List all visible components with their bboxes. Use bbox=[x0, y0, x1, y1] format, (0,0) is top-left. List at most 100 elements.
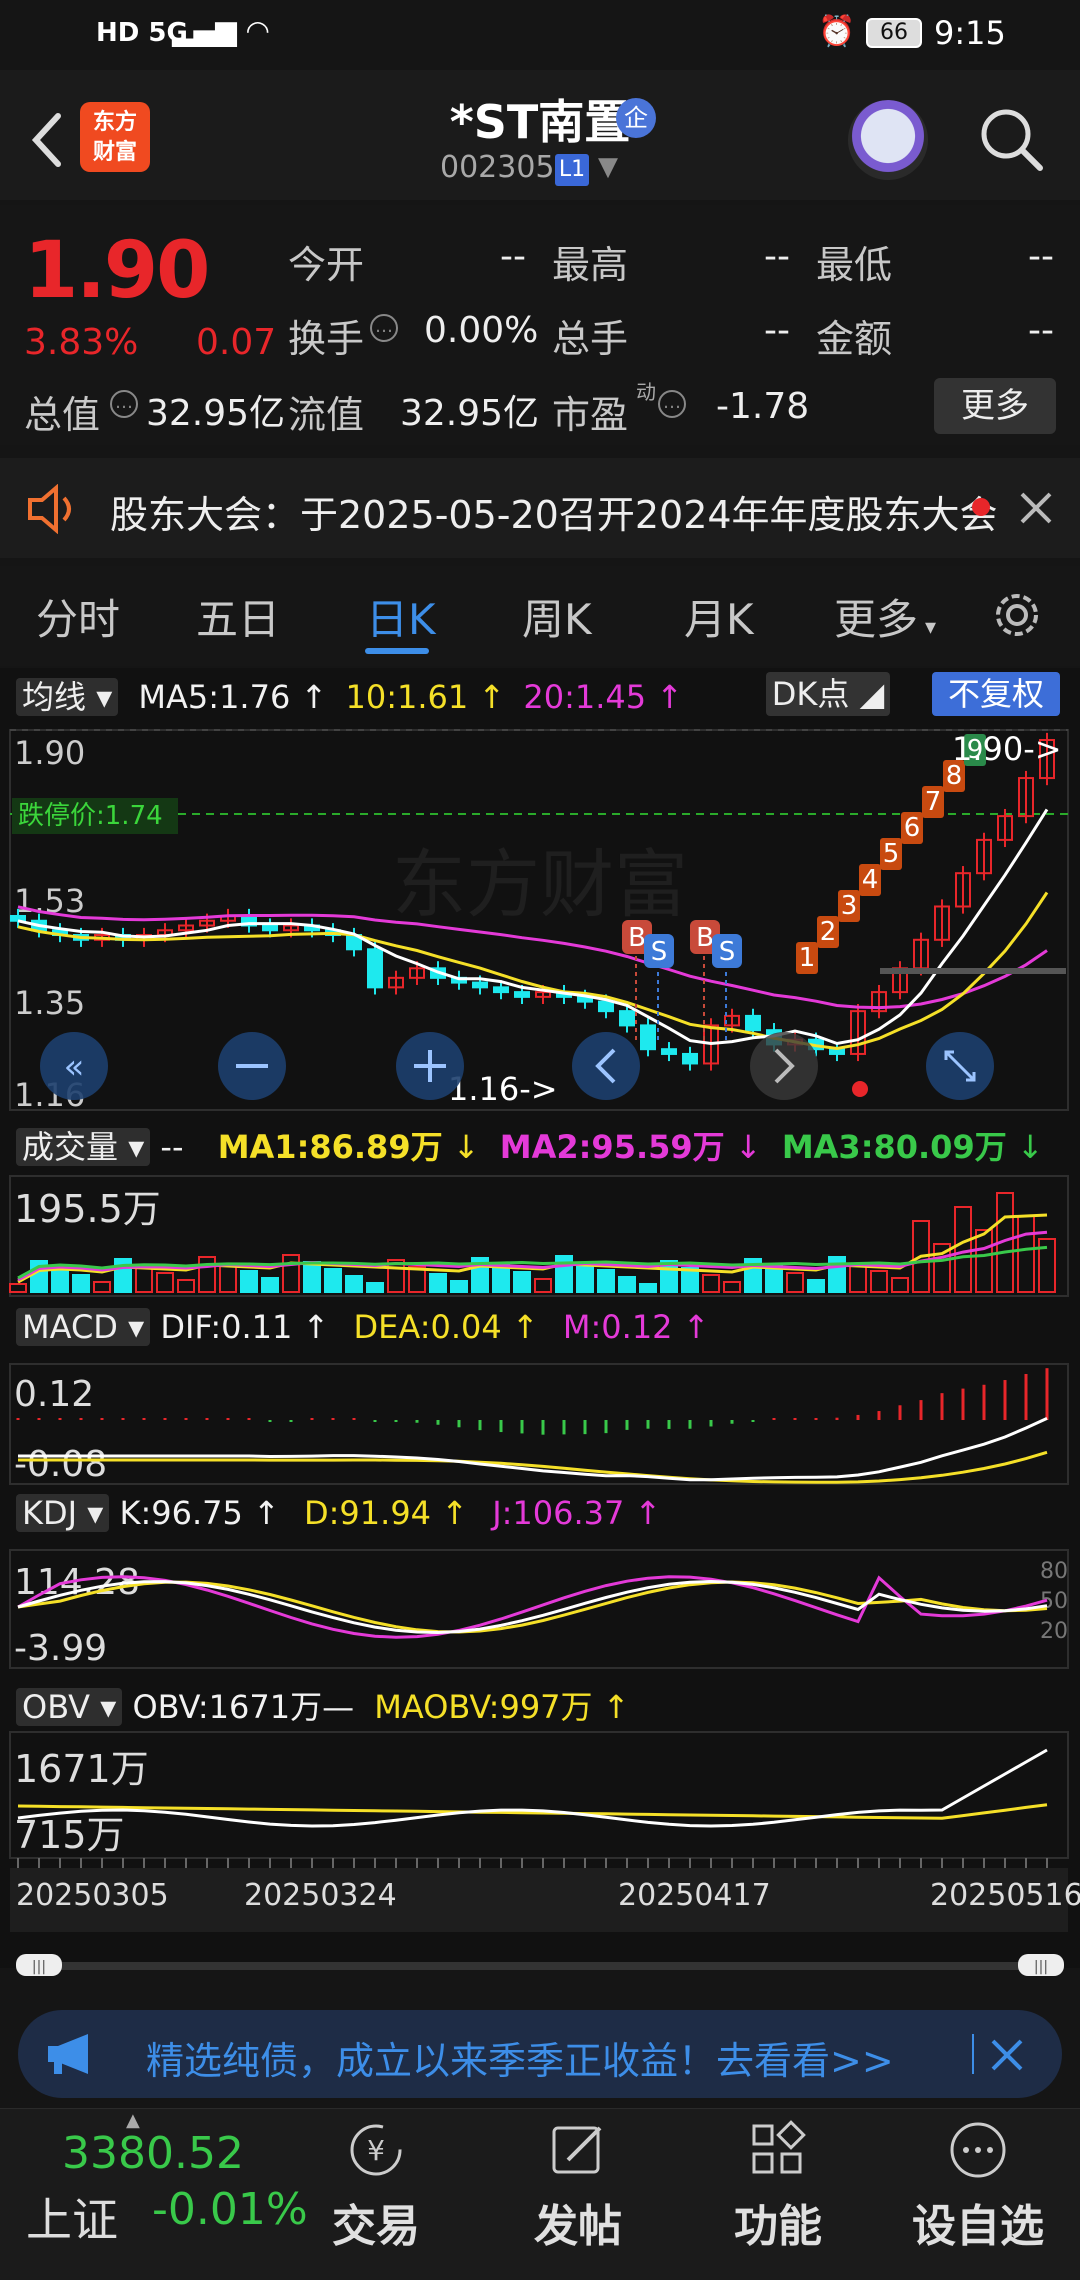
active-tab-indicator bbox=[365, 648, 429, 654]
volume-bar bbox=[702, 1274, 720, 1293]
index-value[interactable]: 3380.52 bbox=[62, 2128, 244, 2179]
kdj-j: J:106.37 bbox=[492, 1494, 625, 1532]
obv-legend: OBV ▾ OBV:1671万— MAOBV:997万 ↑ bbox=[16, 1682, 630, 1728]
dk-point-button[interactable]: DK点 ◢ bbox=[766, 672, 890, 716]
macd-chart[interactable]: 0.12 -0.08 bbox=[0, 1360, 1080, 1486]
td-number: 4 bbox=[862, 865, 879, 895]
volume-bar bbox=[618, 1276, 636, 1293]
search-button[interactable] bbox=[976, 104, 1046, 174]
volume-bar bbox=[177, 1279, 195, 1293]
robot-avatar-icon[interactable] bbox=[848, 100, 928, 180]
date-label: 20250305 bbox=[16, 1878, 169, 1913]
kdj-level-20: 20 bbox=[1040, 1619, 1068, 1644]
low-marker: 1.16-> bbox=[448, 1070, 558, 1108]
fullscreen-button[interactable] bbox=[926, 1032, 994, 1100]
volume-bar bbox=[786, 1272, 804, 1293]
enterprise-badge: 企 bbox=[616, 98, 656, 138]
limit-label: 跌停价:1.74 bbox=[18, 801, 163, 831]
chart-scrollbar[interactable]: ||| ||| bbox=[16, 1954, 1064, 1976]
settings-gear-icon[interactable] bbox=[990, 588, 1044, 642]
volume-bar bbox=[891, 1277, 909, 1293]
ma5-value: MA5:1.76 bbox=[138, 678, 291, 716]
candle-body bbox=[367, 948, 383, 989]
svg-text:«: « bbox=[64, 1047, 85, 1087]
pe-value: -1.78 bbox=[716, 386, 810, 427]
yen-exchange-icon: ¥ bbox=[350, 2124, 402, 2176]
close-icon[interactable] bbox=[990, 2038, 1024, 2072]
candle-body bbox=[262, 924, 278, 932]
status-bar: HD 5G ▂▄▆ ◠ ⏰ 66 9:15 bbox=[0, 0, 1080, 70]
nav-post[interactable]: 发帖 bbox=[478, 2120, 678, 2254]
mktcap-label: 总值 bbox=[24, 393, 101, 437]
obv-y-top: 1671万 bbox=[14, 1747, 149, 1791]
volume-chart[interactable]: 195.5万 bbox=[0, 1172, 1080, 1298]
vol-ma1: MA1:86.89万 bbox=[217, 1128, 443, 1166]
close-icon[interactable] bbox=[1018, 490, 1054, 526]
volume-selector[interactable]: 成交量 ▾ bbox=[16, 1128, 151, 1166]
ad-divider bbox=[972, 2034, 974, 2074]
tab-intraday[interactable]: 分时 bbox=[36, 586, 120, 647]
info-icon[interactable]: … bbox=[658, 390, 686, 418]
nav-functions[interactable]: 功能 bbox=[678, 2120, 878, 2254]
volume-bar bbox=[513, 1271, 531, 1293]
td-number: 1 bbox=[799, 943, 816, 973]
kdj-selector[interactable]: KDJ ▾ bbox=[16, 1494, 110, 1532]
kline-chart[interactable]: 东方财富 跌停价:1.74 1.90 1.53 1.35 1.16 123456… bbox=[0, 720, 1080, 1112]
tab-monthly-k[interactable]: 月K bbox=[684, 586, 754, 647]
more-dots-icon bbox=[950, 2122, 1006, 2178]
nav-trade[interactable]: ¥ 交易 bbox=[276, 2120, 476, 2254]
vol-ma3: MA3:80.09万 bbox=[781, 1128, 1007, 1166]
period-tabs: 分时 五日 日K 周K 月K 更多 ▾ bbox=[0, 566, 1080, 666]
back-button[interactable] bbox=[22, 104, 72, 174]
vol-ma2: MA2:95.59万 bbox=[499, 1128, 725, 1166]
volume-bar bbox=[240, 1270, 258, 1293]
no-adjust-button[interactable]: 不复权 bbox=[932, 672, 1060, 716]
mktcap-value: 32.95亿 bbox=[146, 393, 286, 434]
tab-weekly-k[interactable]: 周K bbox=[522, 586, 592, 647]
candle-body bbox=[493, 986, 509, 994]
zoom-in-button[interactable] bbox=[396, 1032, 464, 1100]
zoom-out-button[interactable] bbox=[218, 1032, 286, 1100]
dropdown-caret-icon[interactable]: ▼ bbox=[598, 152, 618, 182]
info-icon[interactable]: … bbox=[370, 314, 398, 342]
kdj-chart[interactable]: 114.28 -3.99 80 50 20 bbox=[0, 1548, 1080, 1670]
obv-chart[interactable]: 1671万 715万 20250305 20250324 20250417 20… bbox=[0, 1730, 1080, 1940]
volume-legend: 成交量 ▾ -- MA1:86.89万 ↓ MA2:95.59万 ↓ MA3:8… bbox=[16, 1122, 1044, 1168]
volume-bars bbox=[9, 1192, 1056, 1293]
macd-dea: DEA:0.04 bbox=[353, 1308, 502, 1346]
td-number: 6 bbox=[904, 813, 921, 843]
turnover-value: 0.00% bbox=[424, 310, 539, 351]
ma-selector[interactable]: 均线 ▾ bbox=[16, 678, 119, 716]
kdj-level-80: 80 bbox=[1040, 1559, 1068, 1584]
prev-button[interactable] bbox=[572, 1032, 640, 1100]
macd-selector[interactable]: MACD ▾ bbox=[16, 1308, 151, 1346]
svg-text:|||: ||| bbox=[1034, 1959, 1048, 1975]
candle-body bbox=[661, 1048, 677, 1055]
obv-selector[interactable]: OBV ▾ bbox=[16, 1688, 123, 1726]
info-icon[interactable]: … bbox=[110, 390, 138, 418]
volume-bar bbox=[849, 1263, 867, 1293]
level-badge: L1 bbox=[555, 154, 589, 186]
next-button[interactable] bbox=[750, 1032, 818, 1100]
scroll-left-button[interactable]: « bbox=[40, 1032, 108, 1100]
volume-bar bbox=[450, 1280, 468, 1293]
tab-more[interactable]: 更多 ▾ bbox=[834, 586, 936, 647]
date-label: 20250324 bbox=[244, 1878, 397, 1913]
tab-daily-k[interactable]: 日K bbox=[366, 586, 436, 647]
volume-bar bbox=[1017, 1215, 1035, 1293]
amount-label: 金额 bbox=[816, 317, 893, 361]
high-value: -- bbox=[764, 236, 790, 277]
volume-bar bbox=[828, 1256, 846, 1293]
maobv-value: MAOBV:997万 bbox=[374, 1688, 593, 1726]
tab-five-day[interactable]: 五日 bbox=[196, 586, 280, 647]
index-name[interactable]: 上证 bbox=[26, 2184, 118, 2250]
date-ticks bbox=[17, 1858, 1048, 1868]
volume-bar bbox=[807, 1279, 825, 1293]
candle-body bbox=[619, 1010, 635, 1027]
volume-bar bbox=[219, 1263, 237, 1293]
more-quote-button[interactable]: 更多 bbox=[934, 378, 1056, 434]
pe-label: 市盈 bbox=[552, 393, 629, 437]
nav-add-watchlist[interactable]: 设自选 bbox=[878, 2120, 1078, 2254]
candle-body bbox=[640, 1024, 656, 1051]
td-number: 2 bbox=[820, 917, 837, 947]
